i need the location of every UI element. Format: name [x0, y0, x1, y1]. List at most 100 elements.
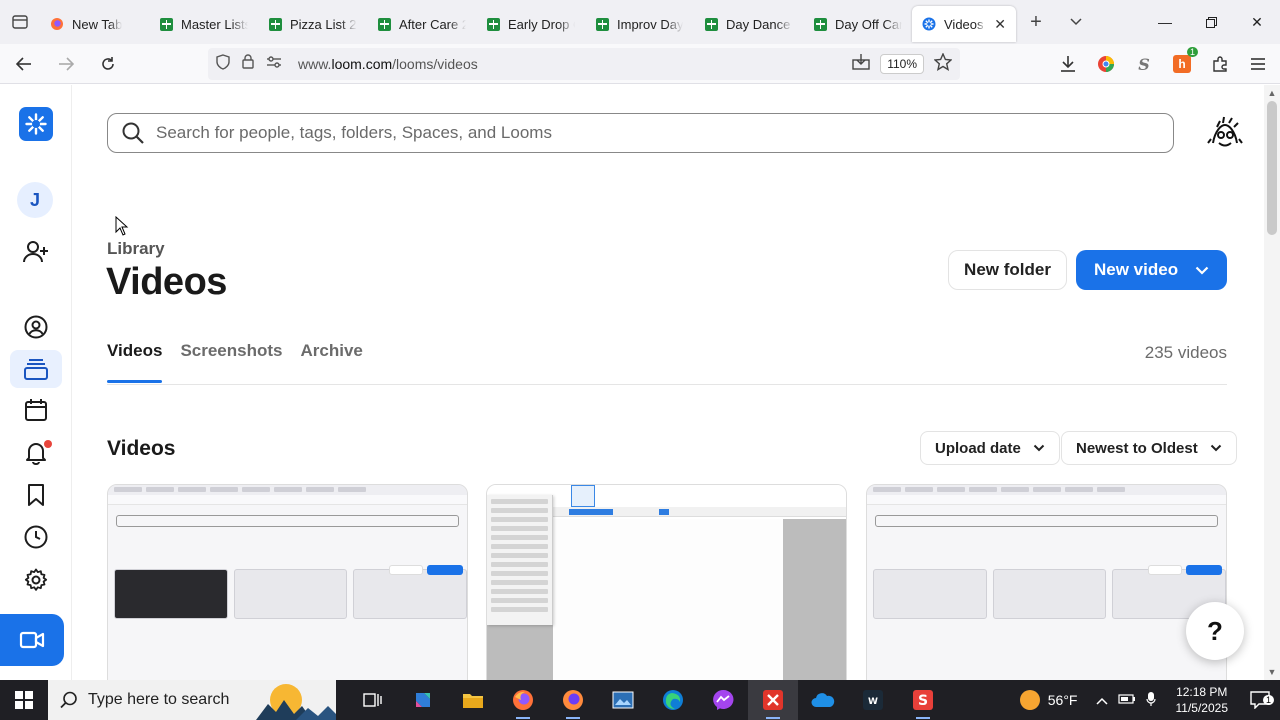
taskbar-clock[interactable]: 12:18 PM 11/5/2025: [1164, 684, 1241, 716]
file-explorer-icon[interactable]: [448, 680, 498, 720]
workspace-avatar[interactable]: J: [17, 182, 53, 218]
onedrive-icon[interactable]: [798, 680, 848, 720]
edge-icon[interactable]: [648, 680, 698, 720]
action-center-icon[interactable]: 1: [1240, 691, 1280, 709]
notification-count-badge: 1: [1262, 695, 1274, 705]
sort-order-dropdown[interactable]: Newest to Oldest: [1061, 431, 1237, 465]
loom-logo-icon[interactable]: [19, 107, 53, 141]
tab-videos[interactable]: Videos: [107, 341, 163, 383]
sheets-icon: [377, 17, 391, 31]
extension-color-icon[interactable]: [1094, 52, 1118, 76]
window-controls: — ✕: [1142, 0, 1280, 44]
taskbar-search-input[interactable]: [88, 691, 238, 709]
lock-icon[interactable]: [242, 54, 254, 74]
sheets-icon: [595, 17, 609, 31]
weather-widget[interactable]: 56°F: [1010, 690, 1088, 710]
tab-list-icon[interactable]: [0, 0, 40, 44]
site-permissions-icon[interactable]: [266, 55, 282, 73]
settings-gear-icon[interactable]: [14, 561, 58, 599]
tab-screenshots[interactable]: Screenshots: [180, 341, 282, 383]
taskbar-apps: W S: [348, 680, 948, 720]
video-thumbnail[interactable]: [486, 484, 847, 680]
extension-s-icon[interactable]: S: [1132, 52, 1156, 76]
browser-tab-new-tab[interactable]: New Tab: [40, 6, 149, 42]
profile-icon[interactable]: [14, 308, 58, 346]
tab-archive[interactable]: Archive: [300, 341, 362, 383]
sheets-icon: [159, 17, 173, 31]
video-thumbnail[interactable]: [866, 484, 1227, 680]
bookmark-icon[interactable]: [14, 476, 58, 514]
record-video-button[interactable]: [0, 614, 64, 666]
global-search-box[interactable]: [107, 113, 1174, 153]
add-member-icon[interactable]: [14, 233, 58, 271]
new-video-button[interactable]: New video: [1076, 250, 1227, 290]
back-arrow-icon[interactable]: [6, 48, 42, 80]
extensions-puzzle-icon[interactable]: [1208, 52, 1232, 76]
firefox-alt-taskbar-icon[interactable]: [548, 680, 598, 720]
firefox-taskbar-icon[interactable]: [498, 680, 548, 720]
copilot-icon[interactable]: [398, 680, 448, 720]
system-tray: 56°F 12:18 PM 11/5/2025 1: [1010, 680, 1280, 720]
forward-arrow-icon[interactable]: [48, 48, 84, 80]
battery-icon[interactable]: [1117, 692, 1136, 708]
extension-honey-icon[interactable]: h1: [1170, 47, 1198, 76]
task-view-icon[interactable]: [348, 680, 398, 720]
page-scrollbar[interactable]: ▲ ▼: [1264, 85, 1280, 680]
chevron-up-icon[interactable]: [1095, 692, 1108, 708]
new-tab-plus-icon[interactable]: +: [1016, 0, 1056, 44]
taskbar-search-box[interactable]: [48, 680, 336, 720]
windows-taskbar: W S 56°F 12:18 PM 11/5/2025 1: [0, 680, 1280, 720]
close-tab-icon[interactable]: ✕: [994, 16, 1006, 33]
user-avatar[interactable]: [1203, 111, 1247, 155]
video-thumbnail[interactable]: [107, 484, 468, 680]
microphone-icon[interactable]: [1145, 691, 1156, 710]
reload-icon[interactable]: [90, 48, 126, 80]
browser-tab-after-care[interactable]: After Care 20: [367, 6, 476, 42]
new-folder-button[interactable]: New folder: [948, 250, 1067, 290]
history-clock-icon[interactable]: [14, 518, 58, 556]
tab-label: Early Drop O: [508, 16, 575, 32]
browser-tab-day-off-camp[interactable]: Day Off Cam: [803, 6, 912, 42]
scrollbar-thumb[interactable]: [1267, 101, 1277, 235]
media-app-icon[interactable]: W: [848, 680, 898, 720]
restore-icon[interactable]: [1188, 0, 1234, 44]
screenshot-tool-icon[interactable]: [598, 680, 648, 720]
close-app-red-icon[interactable]: [748, 680, 798, 720]
library-icon[interactable]: [10, 350, 62, 388]
help-button[interactable]: ?: [1186, 602, 1244, 660]
minimize-icon[interactable]: —: [1142, 0, 1188, 44]
close-window-icon[interactable]: ✕: [1234, 0, 1280, 44]
chevron-down-icon[interactable]: [1056, 0, 1096, 44]
extension-badge-count: 1: [1186, 47, 1198, 57]
sort-field-dropdown[interactable]: Upload date: [920, 431, 1060, 465]
browser-tab-improv-day[interactable]: Improv Day: [585, 6, 694, 42]
save-to-pocket-icon[interactable]: [852, 53, 870, 75]
messenger-icon[interactable]: [698, 680, 748, 720]
browser-tab-videos-loom[interactable]: Videos | L ✕: [912, 6, 1016, 42]
loom-page: J Search for people, tags, folders, Spac…: [0, 85, 1264, 680]
new-video-label: New video: [1094, 260, 1179, 279]
search-input[interactable]: [156, 123, 1056, 143]
url-domain: loom.com: [331, 56, 393, 72]
browser-tab-early-drop[interactable]: Early Drop O: [476, 6, 585, 42]
zoom-level-badge[interactable]: 110%: [880, 54, 924, 74]
bookmark-star-icon[interactable]: [933, 51, 953, 76]
scroll-down-arrow-icon[interactable]: ▼: [1267, 667, 1277, 677]
notifications-bell-icon[interactable]: [14, 434, 58, 472]
sort-order-label: Newest to Oldest: [1076, 439, 1198, 457]
video-count: 235 videos: [1144, 343, 1227, 362]
windows-start-icon[interactable]: [0, 680, 48, 720]
url-bar[interactable]: www.loom.com/looms/videos 110%: [208, 48, 960, 80]
scroll-up-arrow-icon[interactable]: ▲: [1267, 88, 1277, 98]
url-text[interactable]: www.loom.com/looms/videos: [298, 56, 478, 72]
browser-tab-day-dance[interactable]: Day Dance C: [694, 6, 803, 42]
breadcrumb[interactable]: Library: [107, 239, 165, 259]
video-camera-icon: [19, 631, 45, 649]
sketch-app-icon[interactable]: S: [898, 680, 948, 720]
calendar-icon[interactable]: [14, 391, 58, 429]
tracking-shield-icon[interactable]: [216, 53, 230, 75]
downloads-icon[interactable]: [1056, 52, 1080, 76]
browser-tab-pizza-list[interactable]: Pizza List 20: [258, 6, 367, 42]
hamburger-menu-icon[interactable]: [1246, 52, 1270, 76]
browser-tab-master-lists[interactable]: Master Lists: [149, 6, 258, 42]
